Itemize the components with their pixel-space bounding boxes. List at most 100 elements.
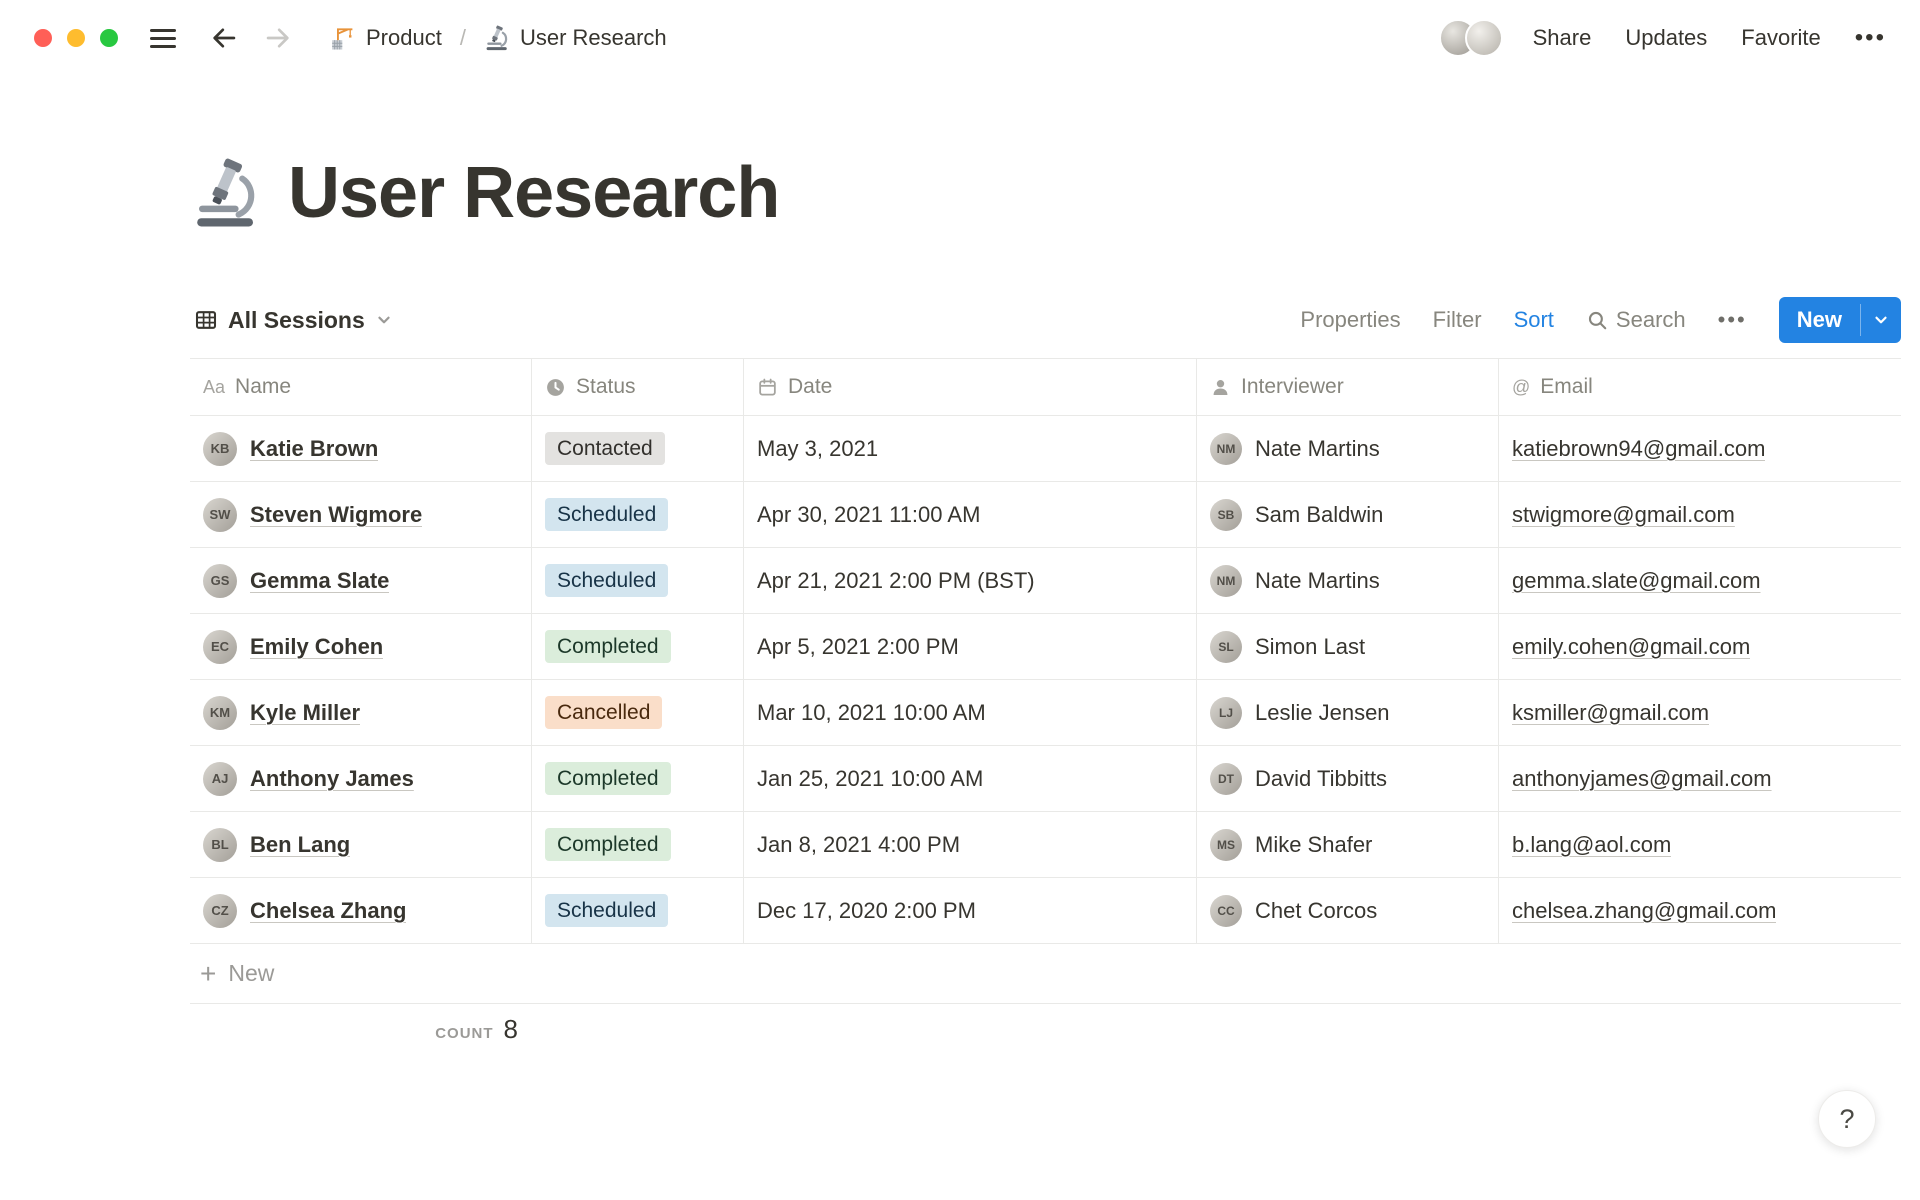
email-link[interactable]: chelsea.zhang@gmail.com xyxy=(1512,898,1776,924)
email-link[interactable]: ksmiller@gmail.com xyxy=(1512,700,1709,726)
table-row[interactable]: KM Kyle Miller Cancelled Mar 10, 2021 10… xyxy=(190,680,1901,746)
session-name-link[interactable]: Anthony James xyxy=(250,766,414,792)
session-name-link[interactable]: Kyle Miller xyxy=(250,700,360,726)
interviewer-cell[interactable]: DT David Tibbitts xyxy=(1197,746,1499,811)
email-cell[interactable]: ksmiller@gmail.com xyxy=(1499,680,1901,745)
date-cell[interactable]: Apr 5, 2021 2:00 PM xyxy=(744,614,1197,679)
microscope-icon[interactable] xyxy=(190,157,262,229)
status-cell[interactable]: Cancelled xyxy=(532,680,744,745)
email-link[interactable]: gemma.slate@gmail.com xyxy=(1512,568,1761,594)
sessions-table: Aa Name Status Date Interviewer @ Email xyxy=(190,358,1901,1004)
date-cell[interactable]: Dec 17, 2020 2:00 PM xyxy=(744,878,1197,943)
table-row[interactable]: GS Gemma Slate Scheduled Apr 21, 2021 2:… xyxy=(190,548,1901,614)
session-name-link[interactable]: Ben Lang xyxy=(250,832,350,858)
email-link[interactable]: anthonyjames@gmail.com xyxy=(1512,766,1772,792)
sidebar-menu-icon[interactable] xyxy=(150,28,176,48)
email-cell[interactable]: chelsea.zhang@gmail.com xyxy=(1499,878,1901,943)
column-header-status[interactable]: Status xyxy=(532,359,744,415)
email-cell[interactable]: anthonyjames@gmail.com xyxy=(1499,746,1901,811)
search-button[interactable]: Search xyxy=(1586,307,1686,333)
favorite-button[interactable]: Favorite xyxy=(1741,25,1820,51)
collaborator-avatars[interactable] xyxy=(1438,19,1503,57)
count-footer[interactable]: COUNT 8 xyxy=(190,1014,532,1045)
table-row[interactable]: SW Steven Wigmore Scheduled Apr 30, 2021… xyxy=(190,482,1901,548)
interviewer-cell[interactable]: LJ Leslie Jensen xyxy=(1197,680,1499,745)
status-cell[interactable]: Completed xyxy=(532,746,744,811)
share-button[interactable]: Share xyxy=(1533,25,1592,51)
date-cell[interactable]: Mar 10, 2021 10:00 AM xyxy=(744,680,1197,745)
email-link[interactable]: stwigmore@gmail.com xyxy=(1512,502,1735,528)
new-button-dropdown[interactable] xyxy=(1861,297,1901,343)
email-cell[interactable]: emily.cohen@gmail.com xyxy=(1499,614,1901,679)
new-button[interactable]: New xyxy=(1779,297,1860,343)
date-cell[interactable]: May 3, 2021 xyxy=(744,416,1197,481)
column-header-interviewer[interactable]: Interviewer xyxy=(1197,359,1499,415)
back-arrow-icon[interactable] xyxy=(210,24,238,52)
name-cell[interactable]: AJ Anthony James xyxy=(190,746,532,811)
view-selector-all-sessions[interactable]: All Sessions xyxy=(190,301,397,340)
properties-button[interactable]: Properties xyxy=(1300,307,1400,333)
status-cell[interactable]: Scheduled xyxy=(532,548,744,613)
name-cell[interactable]: KM Kyle Miller xyxy=(190,680,532,745)
name-cell[interactable]: CZ Chelsea Zhang xyxy=(190,878,532,943)
interviewer-cell[interactable]: NM Nate Martins xyxy=(1197,548,1499,613)
page-title[interactable]: User Research xyxy=(288,152,780,234)
updates-button[interactable]: Updates xyxy=(1625,25,1707,51)
email-link[interactable]: b.lang@aol.com xyxy=(1512,832,1671,858)
interviewer-cell[interactable]: SB Sam Baldwin xyxy=(1197,482,1499,547)
status-cell[interactable]: Scheduled xyxy=(532,482,744,547)
help-button[interactable]: ? xyxy=(1818,1090,1876,1148)
interviewer-cell[interactable]: CC Chet Corcos xyxy=(1197,878,1499,943)
email-cell[interactable]: b.lang@aol.com xyxy=(1499,812,1901,877)
session-name-link[interactable]: Steven Wigmore xyxy=(250,502,422,528)
table-row[interactable]: EC Emily Cohen Completed Apr 5, 2021 2:0… xyxy=(190,614,1901,680)
name-cell[interactable]: GS Gemma Slate xyxy=(190,548,532,613)
status-cell[interactable]: Scheduled xyxy=(532,878,744,943)
date-cell[interactable]: Apr 21, 2021 2:00 PM (BST) xyxy=(744,548,1197,613)
window-zoom-button[interactable] xyxy=(100,29,118,47)
status-cell[interactable]: Contacted xyxy=(532,416,744,481)
email-cell[interactable]: katiebrown94@gmail.com xyxy=(1499,416,1901,481)
status-cell[interactable]: Completed xyxy=(532,812,744,877)
more-options-icon[interactable]: ••• xyxy=(1855,24,1886,52)
session-name-link[interactable]: Emily Cohen xyxy=(250,634,383,660)
status-cell[interactable]: Completed xyxy=(532,614,744,679)
interviewer-cell[interactable]: SL Simon Last xyxy=(1197,614,1499,679)
filter-button[interactable]: Filter xyxy=(1433,307,1482,333)
name-cell[interactable]: KB Katie Brown xyxy=(190,416,532,481)
table-row[interactable]: CZ Chelsea Zhang Scheduled Dec 17, 2020 … xyxy=(190,878,1901,944)
sort-button[interactable]: Sort xyxy=(1514,307,1554,333)
email-link[interactable]: emily.cohen@gmail.com xyxy=(1512,634,1750,660)
email-cell[interactable]: stwigmore@gmail.com xyxy=(1499,482,1901,547)
window-close-button[interactable] xyxy=(34,29,52,47)
forward-arrow-icon[interactable] xyxy=(264,24,292,52)
view-more-options-icon[interactable]: ••• xyxy=(1718,307,1747,333)
new-row-button[interactable]: + New xyxy=(190,944,1901,1004)
interviewer-cell[interactable]: MS Mike Shafer xyxy=(1197,812,1499,877)
session-name-link[interactable]: Katie Brown xyxy=(250,436,378,462)
session-name-link[interactable]: Chelsea Zhang xyxy=(250,898,406,924)
date-cell[interactable]: Jan 25, 2021 10:00 AM xyxy=(744,746,1197,811)
column-header-email[interactable]: @ Email xyxy=(1499,359,1901,415)
table-row[interactable]: KB Katie Brown Contacted May 3, 2021 NM … xyxy=(190,416,1901,482)
session-name-link[interactable]: Gemma Slate xyxy=(250,568,389,594)
breadcrumb-item-user-research[interactable]: User Research xyxy=(478,21,673,55)
name-cell[interactable]: EC Emily Cohen xyxy=(190,614,532,679)
table-row[interactable]: AJ Anthony James Completed Jan 25, 2021 … xyxy=(190,746,1901,812)
interviewer-cell[interactable]: NM Nate Martins xyxy=(1197,416,1499,481)
name-cell[interactable]: SW Steven Wigmore xyxy=(190,482,532,547)
interviewer-name: Sam Baldwin xyxy=(1255,501,1384,527)
email-link[interactable]: katiebrown94@gmail.com xyxy=(1512,436,1765,462)
window-minimize-button[interactable] xyxy=(67,29,85,47)
breadcrumb-item-product[interactable]: Product xyxy=(324,21,448,55)
avatar: SL xyxy=(1210,630,1242,663)
name-cell[interactable]: BL Ben Lang xyxy=(190,812,532,877)
table-row[interactable]: BL Ben Lang Completed Jan 8, 2021 4:00 P… xyxy=(190,812,1901,878)
calendar-icon xyxy=(757,377,778,398)
email-cell[interactable]: gemma.slate@gmail.com xyxy=(1499,548,1901,613)
column-header-date[interactable]: Date xyxy=(744,359,1197,415)
column-header-name[interactable]: Aa Name xyxy=(190,359,532,415)
date-cell[interactable]: Apr 30, 2021 11:00 AM xyxy=(744,482,1197,547)
avatar[interactable] xyxy=(1464,19,1503,57)
date-cell[interactable]: Jan 8, 2021 4:00 PM xyxy=(744,812,1197,877)
